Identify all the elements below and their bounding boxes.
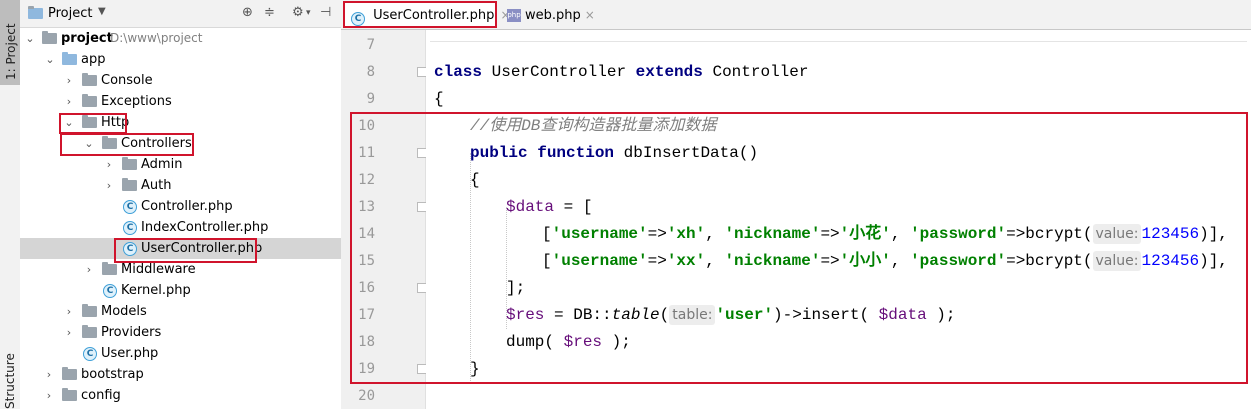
- close-icon[interactable]: ×: [585, 8, 595, 22]
- folder-icon: [82, 304, 97, 317]
- tree-item-providers[interactable]: › Providers: [20, 322, 341, 343]
- parent-class-name: Controller: [702, 63, 809, 81]
- code-line-9: {: [434, 86, 444, 113]
- class-icon: C: [123, 200, 137, 214]
- tree-item-label: User.php: [101, 346, 159, 361]
- chevron-down-icon[interactable]: ▾: [306, 8, 311, 18]
- chevron-down-icon[interactable]: ⌄: [24, 28, 36, 49]
- tab-label: web.php: [525, 8, 581, 23]
- chevron-right-icon[interactable]: ›: [43, 364, 55, 385]
- tree-item-controller-php[interactable]: C Controller.php: [20, 196, 341, 217]
- class-name: UserController: [482, 63, 636, 81]
- keyword: extends: [635, 63, 703, 81]
- line-number: 8: [366, 64, 375, 80]
- hide-panel-icon[interactable]: ⊣: [320, 5, 331, 20]
- tree-item-config[interactable]: › config: [20, 385, 341, 406]
- project-tool-tab-label: 1: Project: [4, 23, 18, 80]
- tree-item-label: Providers: [101, 325, 162, 340]
- chevron-right-icon[interactable]: ›: [63, 322, 75, 343]
- class-icon: C: [83, 347, 97, 361]
- chevron-right-icon[interactable]: ›: [83, 259, 95, 280]
- editor-tab-bar: C UserController.php × php web.php ×: [341, 0, 1251, 30]
- folder-icon: [122, 157, 137, 170]
- project-tool-tab[interactable]: 1: Project: [0, 0, 20, 85]
- tree-item-indexcontroller-php[interactable]: C IndexController.php: [20, 217, 341, 238]
- tab-web-php[interactable]: php web.php ×: [507, 2, 597, 28]
- tree-item-bootstrap[interactable]: › bootstrap: [20, 364, 341, 385]
- tool-window-strip: 1: Project Structure: [0, 0, 21, 409]
- chevron-right-icon[interactable]: ›: [63, 91, 75, 112]
- tree-item-label: IndexController.php: [141, 220, 269, 235]
- tree-item-label: Controller.php: [141, 199, 233, 214]
- folder-icon: [62, 367, 77, 380]
- folder-icon: [42, 31, 57, 44]
- project-path: D:\www\project: [110, 31, 203, 45]
- source-folder-icon: [62, 52, 77, 65]
- tree-item-label: Admin: [141, 157, 183, 172]
- tree-item-models[interactable]: › Models: [20, 301, 341, 322]
- chevron-right-icon[interactable]: ›: [63, 70, 75, 91]
- tree-item-exceptions[interactable]: › Exceptions: [20, 91, 341, 112]
- code-line-8: class UserController extends Controller: [434, 59, 808, 86]
- tree-item-label: app: [81, 52, 106, 67]
- tree-item-console[interactable]: › Console: [20, 70, 341, 91]
- chevron-down-icon[interactable]: ⌄: [44, 49, 56, 70]
- tree-item-project[interactable]: ⌄ project D:\www\project: [20, 28, 341, 49]
- brace: {: [434, 90, 444, 108]
- locate-target-icon[interactable]: ⊕: [242, 5, 253, 20]
- tree-item-kernel-php[interactable]: C Kernel.php: [20, 280, 341, 301]
- tree-item-label: bootstrap: [81, 367, 144, 382]
- collapse-all-icon[interactable]: ≑: [264, 5, 275, 20]
- chevron-right-icon[interactable]: ›: [63, 301, 75, 322]
- folder-icon: [62, 388, 77, 401]
- project-view-icon: [28, 6, 43, 19]
- chevron-down-icon[interactable]: ▼: [98, 6, 106, 17]
- class-icon: C: [123, 221, 137, 235]
- highlight-active-tab: [343, 1, 497, 28]
- tree-item-label: Models: [101, 304, 147, 319]
- line-number: 9: [366, 91, 375, 107]
- folder-icon: [82, 94, 97, 107]
- class-icon: C: [103, 284, 117, 298]
- tree-item-label: Kernel.php: [121, 283, 191, 298]
- folder-icon: [82, 325, 97, 338]
- tree-item-label: config: [81, 388, 121, 403]
- chevron-right-icon[interactable]: ›: [43, 385, 55, 406]
- method-separator: [430, 41, 1247, 42]
- folder-icon: [102, 262, 117, 275]
- tree-item-user-php[interactable]: C User.php: [20, 343, 341, 364]
- tree-item-auth[interactable]: › Auth: [20, 175, 341, 196]
- php-file-icon: php: [507, 9, 521, 22]
- highlight-http: [59, 113, 127, 134]
- tree-item-label: Auth: [141, 178, 172, 193]
- tree-item-label: Exceptions: [101, 94, 172, 109]
- folder-icon: [122, 178, 137, 191]
- chevron-right-icon[interactable]: ›: [103, 175, 115, 196]
- tree-item-admin[interactable]: › Admin: [20, 154, 341, 175]
- line-number: 7: [366, 37, 375, 53]
- gear-icon[interactable]: ⚙: [292, 5, 304, 20]
- project-view-title[interactable]: Project: [48, 6, 92, 21]
- highlight-usercontroller-file: [114, 238, 257, 263]
- structure-tool-tab-label[interactable]: Structure: [3, 353, 17, 409]
- highlight-code-block: [350, 112, 1248, 384]
- folder-icon: [82, 73, 97, 86]
- tree-item-app[interactable]: ⌄ app: [20, 49, 341, 70]
- tree-item-label: Console: [101, 73, 153, 88]
- tree-item-label: project: [61, 31, 113, 46]
- keyword: class: [434, 63, 483, 81]
- chevron-right-icon[interactable]: ›: [103, 154, 115, 175]
- project-panel-header: Project ▼ ⊕ ≑ ⚙ ▾ ⊣: [20, 0, 341, 28]
- highlight-controllers: [60, 133, 194, 156]
- line-number: 20: [358, 388, 375, 404]
- project-panel: Project ▼ ⊕ ≑ ⚙ ▾ ⊣ ⌄ project D:\www\pro…: [20, 0, 342, 409]
